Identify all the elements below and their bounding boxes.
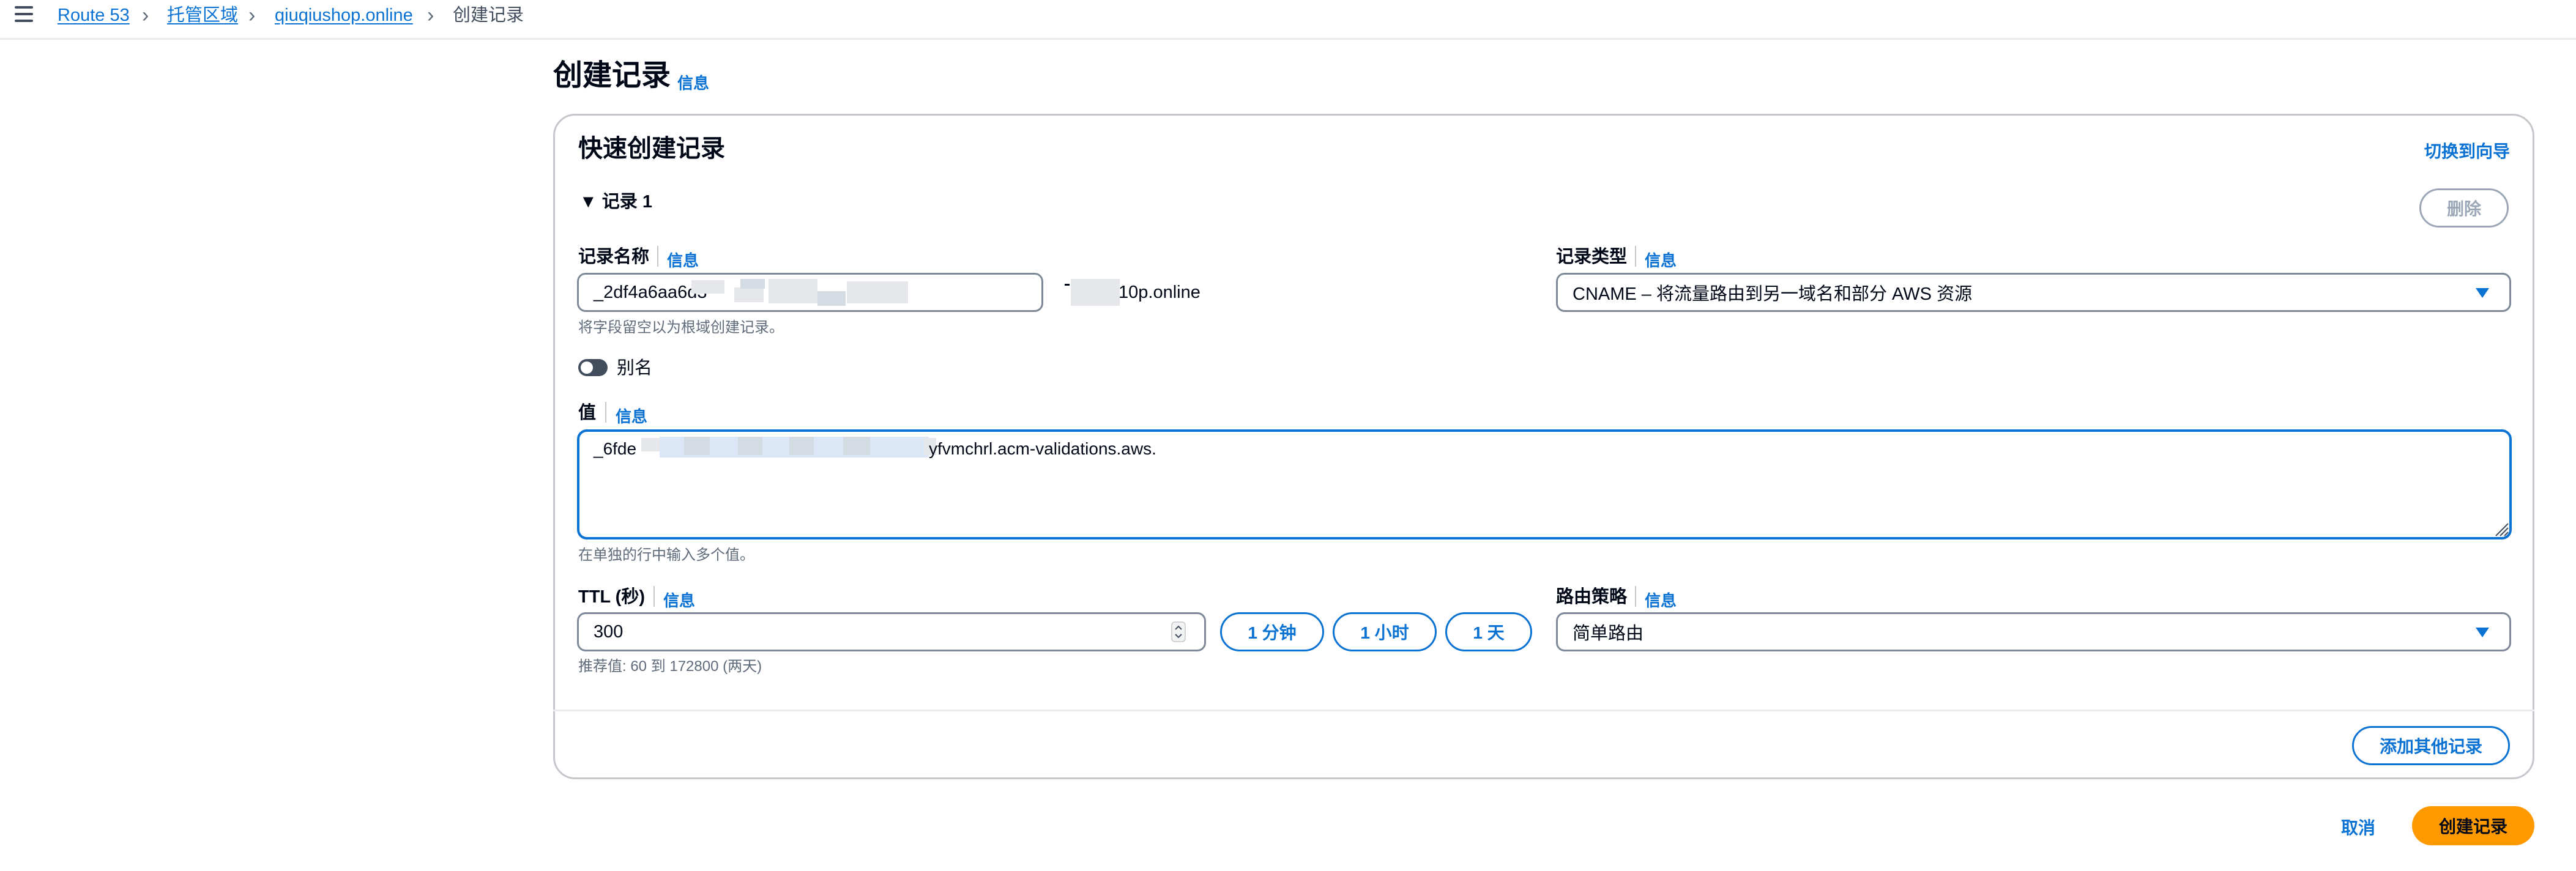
- routing-policy-label: 路由策略: [1556, 587, 1628, 607]
- value-info-link[interactable]: 信息: [616, 404, 647, 427]
- breadcrumb-zone[interactable]: qiuqiushop.online: [275, 4, 413, 27]
- chevron-right-icon: ›: [248, 4, 256, 27]
- label-separator: [605, 402, 606, 423]
- create-records-button[interactable]: 创建记录: [2412, 806, 2534, 845]
- ttl-preset-1-day[interactable]: 1 天: [1445, 612, 1532, 651]
- alias-toggle-knob: [581, 361, 593, 374]
- redacted-block: [684, 437, 710, 455]
- page-info-link[interactable]: 信息: [677, 71, 709, 94]
- ttl-label: TTL (秒): [578, 587, 645, 607]
- ttl-preset-1-hour[interactable]: 1 小时: [1333, 612, 1437, 651]
- record-name-value: _2df4a6aa6d3: [594, 282, 707, 302]
- redacted-block: [1071, 279, 1120, 306]
- routing-policy-select[interactable]: 简单路由: [1556, 612, 2511, 651]
- ttl-hint: 推荐值: 60 到 172800 (两天): [578, 658, 762, 675]
- panel-title: 快速创建记录: [578, 135, 725, 162]
- record-1-expander[interactable]: ▼ 记录 1: [579, 191, 652, 213]
- add-record-button[interactable]: 添加其他记录: [2352, 726, 2510, 765]
- resize-grip-icon[interactable]: [2492, 520, 2509, 537]
- redacted-block: [691, 280, 724, 294]
- redacted-block: [740, 279, 765, 289]
- chevron-right-icon: ›: [427, 4, 434, 27]
- caret-down-icon: [2476, 628, 2489, 637]
- redacted-block: [843, 437, 870, 455]
- page-title: 创建记录: [553, 59, 671, 92]
- chevron-right-icon: ›: [142, 4, 149, 27]
- ttl-info-link[interactable]: 信息: [663, 588, 695, 611]
- value-hint: 在单独的行中输入多个值。: [578, 547, 754, 563]
- alias-label: 别名: [617, 358, 653, 378]
- routing-policy-info-link[interactable]: 信息: [1645, 588, 1677, 611]
- record-name-label: 记录名称: [578, 247, 650, 267]
- cancel-button[interactable]: 取消: [2341, 815, 2375, 839]
- redacted-block: [789, 437, 814, 455]
- breadcrumb-route53[interactable]: Route 53: [58, 4, 130, 27]
- ttl-preset-1-minute[interactable]: 1 分钟: [1220, 612, 1324, 651]
- redacted-block: [734, 287, 764, 302]
- breadcrumb-hosted-zones[interactable]: 托管区域: [167, 4, 238, 27]
- dot-separator: [1065, 284, 1070, 286]
- redacted-block: [847, 281, 908, 303]
- label-separator: [1635, 586, 1636, 607]
- value-label: 值: [578, 403, 597, 423]
- record-type-info-link[interactable]: 信息: [1645, 248, 1677, 271]
- redacted-block: [769, 279, 817, 303]
- redacted-block: [817, 291, 846, 306]
- label-separator: [1635, 246, 1636, 267]
- domain-suffix: 10p.online: [1119, 283, 1201, 302]
- menu-icon[interactable]: [15, 6, 33, 22]
- caret-down-icon: [2476, 288, 2489, 298]
- breadcrumb-current: 创建记录: [453, 6, 524, 25]
- switch-to-wizard-link[interactable]: 切换到向导: [2424, 138, 2510, 163]
- label-separator: [657, 246, 658, 267]
- stepper-icon[interactable]: [1171, 621, 1186, 642]
- record-name-info-link[interactable]: 信息: [667, 248, 699, 271]
- record-type-value: CNAME – 将流量路由到另一域名和部分 AWS 资源: [1573, 284, 1973, 304]
- routing-policy-value: 简单路由: [1573, 624, 1644, 643]
- label-separator: [653, 586, 655, 607]
- record-type-select[interactable]: CNAME – 将流量路由到另一域名和部分 AWS 资源: [1556, 273, 2511, 312]
- ttl-input[interactable]: 300: [577, 612, 1206, 651]
- value-text-prefix: _6fde: [594, 439, 637, 458]
- value-text-suffix: yfvmchrl.acm-validations.aws.: [929, 439, 1156, 458]
- record-name-hint: 将字段留空以为根域创建记录。: [578, 319, 784, 336]
- ttl-value: 300: [594, 621, 624, 642]
- redacted-block: [738, 437, 762, 455]
- panel-divider: [553, 710, 2534, 711]
- delete-record-button[interactable]: 删除: [2419, 188, 2509, 228]
- record-type-label: 记录类型: [1556, 247, 1628, 267]
